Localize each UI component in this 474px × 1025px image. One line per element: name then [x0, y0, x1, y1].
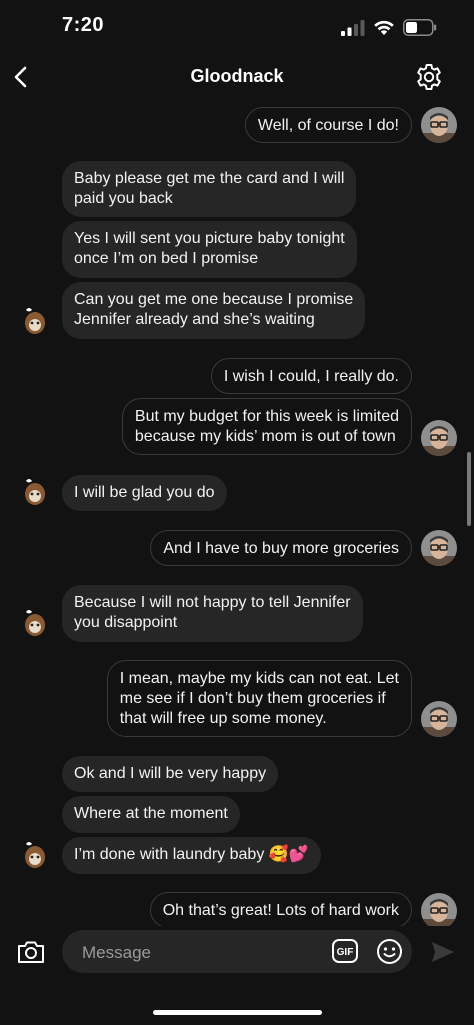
message-composer: GIF	[62, 930, 412, 975]
message-text: And I have to buy more groceries	[163, 540, 399, 557]
incoming-message[interactable]: Because I will not happy to tell Jennife…	[62, 585, 363, 642]
my-avatar-image	[421, 701, 457, 737]
cellular-signal-icon	[341, 20, 365, 36]
contact-avatar[interactable]	[20, 838, 50, 872]
message-text: Oh that’s great! Lots of hard work	[162, 902, 399, 919]
contact-avatar[interactable]	[20, 304, 50, 338]
my-avatar[interactable]	[421, 107, 457, 143]
gif-icon[interactable]: GIF	[332, 939, 358, 963]
camera-icon[interactable]	[16, 937, 46, 967]
my-avatar[interactable]	[421, 893, 457, 926]
status-bar: 7:20	[0, 0, 474, 54]
outgoing-message[interactable]: Oh that’s great! Lots of hard work	[149, 892, 412, 926]
incoming-message[interactable]: Where at the moment	[62, 796, 240, 833]
message-text-line: I mean, maybe my kids can not eat. Let	[119, 670, 399, 687]
wifi-icon	[374, 20, 394, 35]
message-text-line: Can you get me one because I promise	[74, 291, 354, 308]
outgoing-message[interactable]: But my budget for this week is limited b…	[121, 398, 412, 455]
incoming-message[interactable]: Yes I will sent you picture baby tonight…	[62, 221, 357, 278]
message-text-line: Yes I will sent you picture baby tonight	[74, 230, 345, 247]
my-avatar-image	[421, 420, 457, 456]
incoming-message[interactable]: I’m done with laundry baby 🥰💕	[62, 837, 321, 874]
contact-avatar[interactable]	[20, 475, 50, 509]
message-text-line: Because I will not happy to tell Jennife…	[74, 594, 351, 611]
smiley-icon[interactable]	[376, 938, 403, 965]
scrollbar[interactable]	[467, 452, 471, 526]
message-text: I will be glad you do	[74, 484, 215, 501]
message-text-line: Baby please get me the card and I will	[74, 170, 345, 187]
message-text-line: once I’m on bed I promise	[74, 250, 259, 267]
message-text: I’m done with laundry baby 🥰💕	[74, 846, 309, 863]
message-text-line: that will free up some money.	[119, 710, 327, 727]
message-list[interactable]: Well, of course I do! Baby please get me…	[0, 100, 474, 926]
my-avatar-image	[421, 107, 457, 143]
my-avatar-image	[421, 893, 457, 926]
gif-label: GIF	[337, 947, 354, 958]
incoming-message[interactable]: I will be glad you do	[62, 475, 227, 511]
my-avatar[interactable]	[421, 420, 457, 456]
message-text: I wish I could, I really do.	[223, 368, 399, 385]
message-text: Where at the moment	[74, 805, 228, 822]
battery-icon	[403, 19, 437, 36]
status-time: 7:20	[62, 14, 105, 36]
message-text-line: me see if I don’t buy them groceries if	[119, 690, 386, 707]
message-input[interactable]	[80, 930, 324, 975]
chat-header: Gloodnack	[0, 54, 474, 100]
my-avatar[interactable]	[421, 530, 457, 566]
incoming-message[interactable]: Ok and I will be very happy	[62, 756, 279, 792]
home-indicator	[153, 1010, 322, 1015]
my-avatar-image	[421, 530, 457, 566]
outgoing-message[interactable]: I wish I could, I really do.	[210, 358, 412, 394]
message-text-line: you disappoint	[74, 614, 178, 631]
incoming-message[interactable]: Can you get me one because I promise Jen…	[62, 282, 366, 339]
message-text-line: because my kids’ mom is out of town	[134, 428, 396, 445]
message-text: Well, of course I do!	[257, 117, 399, 134]
incoming-message[interactable]: Baby please get me the card and I will p…	[62, 161, 357, 217]
outgoing-message[interactable]: And I have to buy more groceries	[150, 530, 412, 566]
outgoing-message[interactable]: Well, of course I do!	[244, 107, 412, 143]
send-arrow-icon[interactable]	[430, 940, 456, 964]
message-text: Ok and I will be very happy	[74, 765, 267, 782]
outgoing-message[interactable]: I mean, maybe my kids can not eat. Let m…	[106, 660, 412, 737]
my-avatar[interactable]	[421, 701, 457, 737]
message-text-line: But my budget for this week is limited	[134, 408, 399, 425]
contact-avatar[interactable]	[20, 606, 50, 640]
gear-icon[interactable]	[414, 62, 444, 92]
chat-title[interactable]: Gloodnack	[0, 66, 474, 87]
message-text-line: Jennifer already and she’s waiting	[74, 311, 315, 328]
message-text-line: paid you back	[74, 190, 173, 207]
